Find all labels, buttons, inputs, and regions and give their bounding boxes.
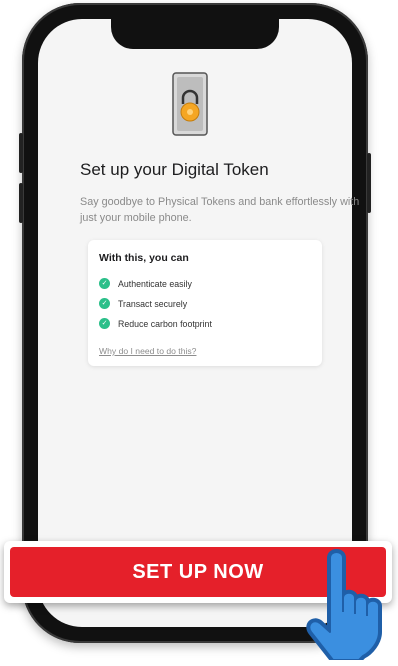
benefits-card: With this, you can ✓ Authenticate easily… (88, 240, 322, 366)
benefit-item: ✓ Authenticate easily (99, 278, 192, 289)
pointing-hand-icon (300, 548, 392, 665)
padlock-token-icon (172, 72, 208, 141)
page-title: Set up your Digital Token (80, 160, 269, 179)
phone-notch (111, 19, 279, 49)
check-circle-icon: ✓ (99, 318, 110, 329)
phone-side-button-left (19, 133, 23, 173)
benefit-label: Transact securely (118, 298, 188, 309)
benefits-card-heading: With this, you can (99, 252, 189, 264)
benefit-item: ✓ Transact securely (99, 298, 187, 309)
check-circle-icon: ✓ (99, 298, 110, 309)
benefit-label: Authenticate easily (118, 278, 192, 289)
benefit-label: Reduce carbon footprint (118, 318, 212, 329)
page-subtitle: Say goodbye to Physical Tokens and bank … (80, 196, 360, 224)
benefit-item: ✓ Reduce carbon footprint (99, 318, 212, 329)
why-needed-link[interactable]: Why do I need to do this? (99, 346, 196, 356)
phone-side-button-left-2 (19, 183, 23, 223)
check-circle-icon: ✓ (99, 278, 110, 289)
